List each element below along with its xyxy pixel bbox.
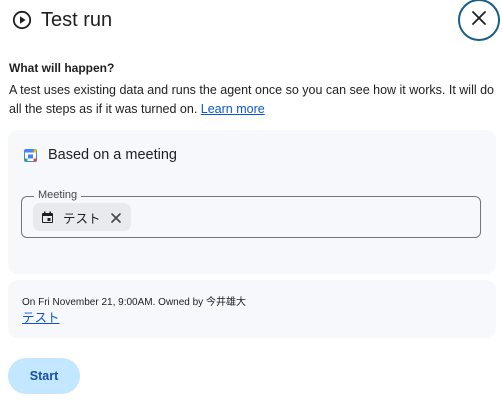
learn-more-link[interactable]: Learn more — [201, 102, 265, 116]
trigger-card: Based on a meeting Meeting テスト — [8, 130, 496, 274]
play-circle-icon — [12, 10, 32, 30]
event-info-card: On Fri November 21, 9:00AM. Owned by 今井雄… — [8, 280, 496, 338]
remove-chip-icon[interactable] — [110, 211, 122, 223]
start-button[interactable]: Start — [8, 358, 80, 394]
meeting-chip-label: テスト — [63, 211, 101, 226]
meeting-field-label: Meeting — [34, 189, 82, 201]
section-heading: What will happen? — [9, 61, 115, 75]
meeting-field[interactable]: Meeting テスト — [21, 189, 481, 238]
calendar-event-icon — [41, 211, 54, 224]
trigger-label: Based on a meeting — [48, 147, 177, 163]
dialog-header: Test run — [12, 6, 112, 34]
description: A test uses existing data and runs the a… — [9, 81, 499, 119]
google-calendar-icon — [24, 148, 37, 162]
event-meta: On Fri November 21, 9:00AM. Owned by 今井雄… — [22, 297, 246, 308]
meeting-chip[interactable]: テスト — [33, 203, 131, 231]
event-link[interactable]: テスト — [22, 307, 60, 326]
close-icon — [470, 9, 488, 32]
close-button[interactable] — [458, 0, 500, 41]
page-title: Test run — [41, 8, 113, 31]
trigger-header: Based on a meeting — [24, 147, 177, 163]
